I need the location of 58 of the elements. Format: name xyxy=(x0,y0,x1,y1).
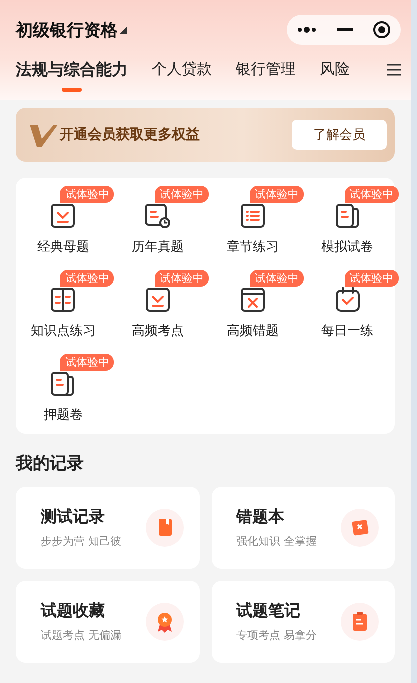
record-subtitle: 试题考点 无偏漏 xyxy=(41,628,122,643)
tool-label[interactable]: 经典母题 xyxy=(37,238,90,256)
tool-label[interactable]: 知识点练习 xyxy=(30,322,96,340)
trial-badge: 试体验中 xyxy=(250,186,304,203)
record-card[interactable]: 试题笔记 专项考点 易拿分 xyxy=(212,581,395,663)
calendar-icon xyxy=(334,286,362,314)
minimize-icon[interactable] xyxy=(337,28,353,32)
more-icon[interactable] xyxy=(297,27,317,33)
tool-label[interactable]: 高频错题 xyxy=(226,322,279,340)
trial-badge: 试体验中 xyxy=(60,186,114,203)
close-icon[interactable] xyxy=(373,21,391,39)
membership-banner[interactable]: 开通会员获取更多权益 了解会员 xyxy=(16,108,395,162)
tool-label[interactable]: 每日一练 xyxy=(322,322,374,340)
category-tab[interactable]: 个人贷款 xyxy=(152,60,212,90)
tool-label[interactable]: 章节练习 xyxy=(226,238,279,256)
banner-text: 开通会员获取更多权益 xyxy=(60,126,201,144)
record-title: 错题本 xyxy=(236,507,286,528)
trial-badge: 试体验中 xyxy=(250,270,304,287)
wrong-note-icon xyxy=(341,509,379,547)
learn-membership-button[interactable]: 了解会员 xyxy=(292,120,387,150)
category-tab[interactable]: 银行管理 xyxy=(236,60,296,90)
record-title: 试题笔记 xyxy=(236,601,302,622)
record-title: 试题收藏 xyxy=(41,601,106,622)
menu-icon[interactable] xyxy=(387,64,401,76)
record-card[interactable]: 测试记录 步步为营 知己彼 xyxy=(16,487,200,569)
tool-label[interactable]: 高频考点 xyxy=(132,322,184,340)
trial-badge: 试体验中 xyxy=(344,270,399,287)
book-icon xyxy=(146,509,184,547)
trial-badge: 试体验中 xyxy=(60,270,114,287)
trial-badge: 试体验中 xyxy=(155,270,210,287)
section-title: 我的记录 xyxy=(16,453,85,475)
category-tab[interactable]: 法规与综合能力 xyxy=(16,60,128,92)
clock-document-icon xyxy=(144,202,172,230)
record-subtitle: 步步为营 知己彼 xyxy=(41,534,122,549)
record-subtitle: 强化知识 全掌握 xyxy=(236,534,318,549)
v-logo-icon xyxy=(30,123,58,147)
record-title: 测试记录 xyxy=(41,507,106,528)
clipboard-icon xyxy=(341,603,379,641)
tool-label[interactable]: 模拟试卷 xyxy=(322,238,374,256)
tool-label[interactable]: 历年真题 xyxy=(132,238,184,256)
category-tab[interactable]: 风险 xyxy=(320,60,350,90)
paper-icon xyxy=(334,202,362,230)
caret-icon[interactable] xyxy=(120,26,127,34)
record-subtitle: 专项考点 易拿分 xyxy=(236,628,318,643)
trial-badge: 试体验中 xyxy=(155,186,210,203)
medal-icon xyxy=(146,603,184,641)
record-card[interactable]: 错题本 强化知识 全掌握 xyxy=(212,487,395,569)
checkmark-icon xyxy=(49,202,78,230)
tool-label[interactable]: 押题卷 xyxy=(44,406,83,424)
book-icon xyxy=(49,286,78,314)
cross-icon xyxy=(238,286,267,314)
mini-program-capsule[interactable] xyxy=(287,15,401,45)
record-card[interactable]: 试题收藏 试题考点 无偏漏 xyxy=(16,581,200,663)
trial-badge: 试体验中 xyxy=(344,186,399,203)
checkmark-icon xyxy=(144,286,172,314)
trial-badge: 试体验中 xyxy=(60,354,114,371)
page-title[interactable]: 初级银行资格 xyxy=(16,18,118,42)
list-icon xyxy=(238,202,267,230)
